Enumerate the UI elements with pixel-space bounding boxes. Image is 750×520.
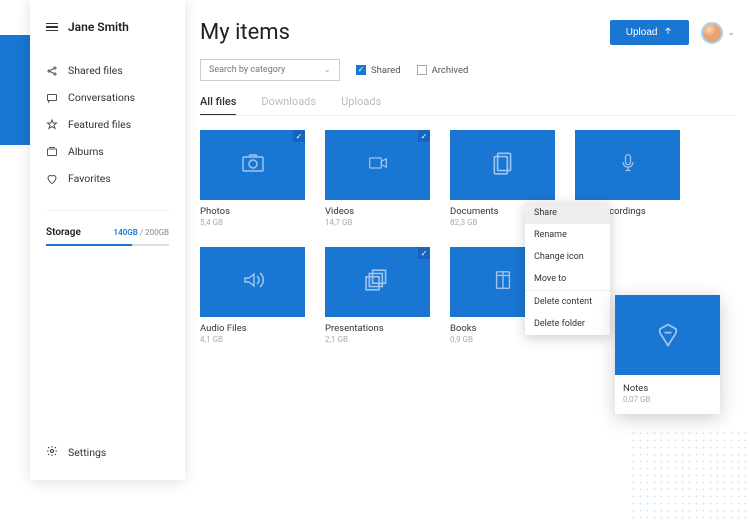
user-name: Jane Smith [68,20,129,34]
tab-downloads[interactable]: Downloads [261,95,316,115]
tabs: All files Downloads Uploads [200,95,735,116]
sidebar-item-label: Featured files [68,118,131,131]
context-menu-item[interactable]: Delete folder [525,313,610,335]
tab-all-files[interactable]: All files [200,95,236,115]
avatar [701,22,723,44]
card-thumb [575,130,680,200]
card-thumb [200,247,305,317]
card-thumb [450,130,555,200]
storage-bar [46,244,169,246]
presentations-icon [364,267,392,297]
sidebar-item-label: Shared files [68,64,123,77]
documents-icon [490,149,516,181]
card-thumb [615,295,720,375]
nav-list: Shared files Conversations Featured file… [46,64,169,185]
card-size: 0,07 GB [623,395,720,404]
decorative-dots [630,430,750,520]
context-menu-item[interactable]: Move to [525,268,610,290]
settings-label: Settings [68,446,106,459]
audio-icon [239,268,267,296]
card-name: Audio Files [200,323,305,334]
folder-card[interactable]: ✓ Photos5,4 GB [200,130,305,227]
card-name: Photos [200,206,305,217]
card-thumb: ✓ [325,130,430,200]
album-icon [46,146,58,158]
folder-card[interactable]: ✓ Videos14,7 GB [325,130,430,227]
context-menu-item[interactable]: Delete content [525,291,610,313]
chevron-down-icon: ⌄ [323,65,331,75]
checkbox-checked-icon: ✓ [356,65,366,75]
card-thumb: ✓ [325,247,430,317]
card-size: 14,7 GB [325,218,430,227]
heart-icon [46,173,58,185]
sidebar-item-featured[interactable]: Featured files [46,118,169,131]
sidebar-item-label: Favorites [68,172,111,185]
folder-card[interactable]: ✓ Presentations2,1 GB [325,247,430,344]
sidebar: Jane Smith Shared files Conversations Fe… [30,0,185,480]
storage-label: Storage [46,227,81,238]
chevron-down-icon: ⌄ [727,28,735,38]
card-name: Videos [325,206,430,217]
card-size: 2,1 GB [325,335,430,344]
menu-icon[interactable] [46,23,58,32]
tab-uploads[interactable]: Uploads [341,95,381,115]
folder-card-notes[interactable]: Notes 0,07 GB [615,295,720,414]
context-menu: ShareRenameChange iconMove toDelete cont… [525,202,610,335]
mic-icon [618,148,638,182]
camera-icon [238,151,268,179]
chat-icon [46,92,58,104]
sidebar-item-label: Conversations [68,91,135,104]
sidebar-item-albums[interactable]: Albums [46,145,169,158]
selected-check-icon: ✓ [418,130,430,142]
sidebar-item-settings[interactable]: Settings [46,445,106,460]
sidebar-item-label: Albums [68,145,104,158]
storage-widget: Storage 140GB / 200GB [46,210,169,246]
sidebar-item-shared-files[interactable]: Shared files [46,64,169,77]
sidebar-item-favorites[interactable]: Favorites [46,172,169,185]
card-name: Presentations [325,323,430,334]
category-select[interactable]: Search by category ⌄ [200,59,340,81]
page-title: My items [200,20,290,45]
checkbox-unchecked-icon [417,65,427,75]
pen-icon [654,321,682,349]
shared-filter-checkbox[interactable]: ✓ Shared [356,65,401,76]
gear-icon [46,445,58,460]
card-size: 4,1 GB [200,335,305,344]
folder-card[interactable]: Audio Files4,1 GB [200,247,305,344]
upload-button[interactable]: Upload [610,20,690,45]
book-icon [492,266,514,298]
archived-filter-checkbox[interactable]: Archived [417,65,469,76]
video-icon [363,153,393,177]
card-size: 0,9 GB [450,335,555,344]
context-menu-item[interactable]: Share [525,202,610,224]
card-size: 5,4 GB [200,218,305,227]
share-icon [46,65,58,77]
user-menu[interactable]: ⌄ [701,22,735,44]
selected-check-icon: ✓ [293,130,305,142]
context-menu-item[interactable]: Rename [525,224,610,246]
storage-values: 140GB / 200GB [114,228,169,237]
context-menu-item[interactable]: Change icon [525,246,610,268]
upload-icon [663,26,673,39]
sidebar-item-conversations[interactable]: Conversations [46,91,169,104]
card-name: Notes [623,383,720,394]
selected-check-icon: ✓ [418,247,430,259]
star-icon [46,119,58,131]
card-thumb: ✓ [200,130,305,200]
